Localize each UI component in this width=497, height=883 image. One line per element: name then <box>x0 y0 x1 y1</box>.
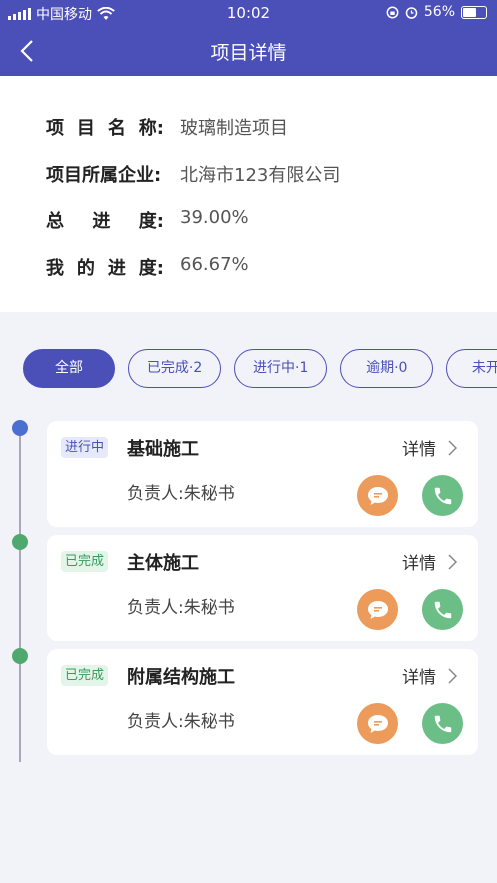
message-button[interactable] <box>357 589 398 630</box>
total-progress-value: 39.00% <box>180 207 249 228</box>
message-button[interactable] <box>357 475 398 516</box>
task-owner: 负责人:朱秘书 <box>127 484 235 504</box>
filter-chip-overdue[interactable]: 逾期·0 <box>340 349 434 388</box>
message-button[interactable] <box>357 703 398 744</box>
company-label: 项目所属企业: <box>46 165 162 186</box>
status-bar: 中国移动 10:02 56% <box>0 0 497 26</box>
timeline-dot <box>12 420 28 436</box>
phone-icon <box>434 715 451 732</box>
total-progress-row: 总 进 度: 39.00% <box>46 207 249 233</box>
my-progress-row: 我 的 进 度: 66.67% <box>46 254 249 280</box>
detail-label: 详情 <box>402 440 436 460</box>
message-icon <box>367 714 388 733</box>
status-badge: 进行中 <box>61 437 109 458</box>
task-name: 附属结构施工 <box>127 667 235 688</box>
chevron-right-icon <box>448 667 457 684</box>
task-name: 基础施工 <box>127 439 199 460</box>
call-button[interactable] <box>422 703 463 744</box>
timeline-dot <box>12 648 28 664</box>
phone-icon <box>434 601 451 618</box>
task-card: 已完成 附属结构施工 详情 负责人:朱秘书 <box>47 649 478 755</box>
company-row: 项目所属企业: 北海市123有限公司 <box>46 161 340 187</box>
filter-chip-not-started[interactable]: 未开始 <box>446 349 497 388</box>
timeline-line <box>19 428 21 762</box>
company-value: 北海市123有限公司 <box>180 165 341 186</box>
detail-link[interactable]: 详情 <box>402 435 457 460</box>
project-name-label: 项 目 名 称: <box>46 118 164 139</box>
detail-link[interactable]: 详情 <box>402 663 457 688</box>
lock-rotation-icon <box>386 6 399 18</box>
status-badge: 已完成 <box>61 551 109 572</box>
nav-bar: 项目详情 <box>0 26 497 76</box>
task-owner: 负责人:朱秘书 <box>127 712 235 732</box>
project-name-value: 玻璃制造项目 <box>180 118 288 139</box>
message-icon <box>367 486 388 505</box>
detail-label: 详情 <box>402 554 436 574</box>
filter-chip-in-progress[interactable]: 进行中·1 <box>234 349 328 388</box>
filter-chip-completed[interactable]: 已完成·2 <box>128 349 222 388</box>
total-progress-label: 总 进 度: <box>46 211 164 232</box>
alarm-icon <box>405 6 418 19</box>
task-card: 进行中 基础施工 详情 负责人:朱秘书 <box>47 421 478 527</box>
page-title: 项目详情 <box>210 42 287 64</box>
task-owner: 负责人:朱秘书 <box>127 598 235 618</box>
call-button[interactable] <box>422 475 463 516</box>
task-name: 主体施工 <box>127 553 199 574</box>
project-name-row: 项 目 名 称: 玻璃制造项目 <box>46 114 288 140</box>
my-progress-label: 我 的 进 度: <box>46 258 164 279</box>
detail-link[interactable]: 详情 <box>402 549 457 574</box>
my-progress-value: 66.67% <box>180 254 249 275</box>
detail-label: 详情 <box>402 668 436 688</box>
message-icon <box>367 600 388 619</box>
filter-chip-all[interactable]: 全部 <box>23 349 115 388</box>
battery-percent: 56% <box>423 4 455 20</box>
filter-bar: 全部 已完成·2 进行中·1 逾期·0 未开始 <box>23 349 497 389</box>
battery-icon <box>461 5 487 19</box>
timeline-dot <box>12 534 28 550</box>
project-info-panel: 项 目 名 称: 玻璃制造项目 项目所属企业: 北海市123有限公司 总 进 度… <box>0 76 497 312</box>
status-badge: 已完成 <box>61 665 109 686</box>
task-card: 已完成 主体施工 详情 负责人:朱秘书 <box>47 535 478 641</box>
chevron-right-icon <box>448 553 457 570</box>
call-button[interactable] <box>422 589 463 630</box>
chevron-right-icon <box>448 439 457 456</box>
status-right: 56% <box>386 4 487 20</box>
phone-icon <box>434 487 451 504</box>
